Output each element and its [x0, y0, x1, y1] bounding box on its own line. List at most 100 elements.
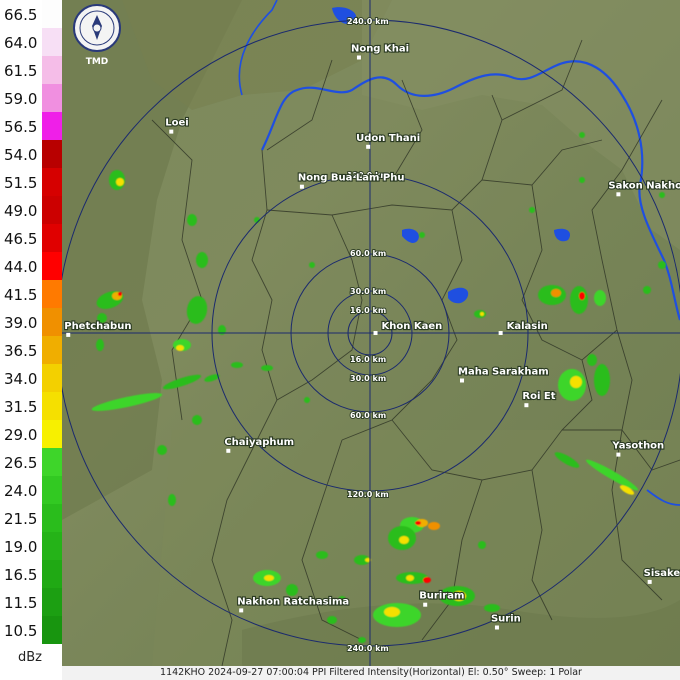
- city-marker: [169, 129, 174, 134]
- legend-level: 11.5: [0, 588, 62, 616]
- legend-color-swatch: [42, 392, 62, 420]
- legend-color-swatch: [42, 588, 62, 616]
- logo-text: TMD: [86, 57, 109, 66]
- city-label: Roi Et: [522, 391, 555, 402]
- legend-color-swatch: [42, 112, 62, 140]
- legend-color-swatch: [42, 252, 62, 280]
- city-label: Surin: [491, 614, 521, 625]
- legend-level: 61.5: [0, 56, 62, 84]
- range-label-240km-north: 240.0 km: [347, 17, 389, 26]
- range-label-30km-north: 30.0 km: [350, 287, 386, 296]
- city-label: Khon Kaen: [382, 321, 443, 332]
- city-label: Phetchabun: [64, 321, 131, 332]
- legend-level-label: 19.0: [4, 538, 38, 556]
- radar-echo: [529, 207, 535, 213]
- radar-echo: [658, 261, 666, 269]
- radar-map-svg[interactable]: 16.0 km 16.0 km 30.0 km 30.0 km 60.0 km …: [62, 0, 680, 666]
- legend-level: 31.5: [0, 392, 62, 420]
- radar-echo: [419, 232, 425, 238]
- radar-display: 66.5 64.0 61.5 59.0 56.5 54.0 51.5 49.0 46.5 44.0…: [0, 0, 680, 680]
- radar-echo: [358, 637, 366, 643]
- tmd-logo: TMD: [73, 4, 121, 66]
- radar-echo: [594, 290, 606, 306]
- legend-color-swatch: [42, 168, 62, 196]
- legend-level: 41.5: [0, 280, 62, 308]
- legend-level: 44.0: [0, 252, 62, 280]
- range-label-16km-north: 16.0 km: [350, 306, 386, 315]
- legend-level: 54.0: [0, 140, 62, 168]
- range-label-60km-north: 60.0 km: [350, 249, 386, 258]
- legend-level-label: 56.5: [4, 118, 38, 136]
- range-label-30km-south: 30.0 km: [350, 374, 386, 383]
- legend-level: 16.5: [0, 560, 62, 588]
- legend-level-label: 54.0: [4, 146, 38, 164]
- radar-echo: [415, 521, 421, 525]
- city-marker: [647, 579, 652, 584]
- legend-color-swatch: [42, 532, 62, 560]
- radar-echo: [116, 178, 124, 186]
- city-marker: [494, 625, 499, 630]
- legend-level-label: 39.0: [4, 314, 38, 332]
- legend-level-label: 49.0: [4, 202, 38, 220]
- legend-level-label: 26.5: [4, 454, 38, 472]
- legend-level: 21.5: [0, 504, 62, 532]
- radar-echo: [309, 262, 315, 268]
- radar-echo: [264, 575, 274, 581]
- city-marker: [616, 452, 621, 457]
- radar-map[interactable]: 16.0 km 16.0 km 30.0 km 30.0 km 60.0 km …: [62, 0, 680, 666]
- city-label: Sakon Nakhon: [608, 180, 680, 191]
- range-label-60km-south: 60.0 km: [350, 411, 386, 420]
- legend-level-label: 66.5: [4, 6, 38, 24]
- city-marker: [366, 144, 371, 149]
- legend-level-label: 51.5: [4, 174, 38, 192]
- legend-color-swatch: [42, 0, 62, 28]
- range-label-240km-south: 240.0 km: [347, 644, 389, 653]
- radar-echo: [286, 584, 298, 596]
- radar-echo: [423, 577, 431, 583]
- city-label: Buriram: [419, 591, 464, 602]
- legend-color-swatch: [42, 476, 62, 504]
- city-label: Chaiyaphum: [224, 437, 294, 448]
- radar-echo: [304, 397, 310, 403]
- radar-echo: [316, 551, 328, 559]
- city-marker: [66, 332, 71, 337]
- city-marker: [423, 602, 428, 607]
- radar-echo: [570, 286, 588, 314]
- radar-echo: [551, 289, 561, 297]
- legend-color-swatch: [42, 336, 62, 364]
- legend-level: 26.5: [0, 448, 62, 476]
- radar-echo: [428, 522, 440, 530]
- city-label: Yasothon: [611, 441, 664, 452]
- legend-level: 36.5: [0, 336, 62, 364]
- range-label-120km-south: 120.0 km: [347, 490, 389, 499]
- city-label: Nakhon Ratchasima: [237, 596, 349, 607]
- legend-level-label: 44.0: [4, 258, 38, 276]
- city-label: Kalasin: [507, 321, 548, 332]
- city-marker: [460, 378, 464, 383]
- legend-level-label: 21.5: [4, 510, 38, 528]
- radar-echo: [484, 604, 500, 612]
- legend-level: 29.0: [0, 420, 62, 448]
- city-label: Nong Bua Lam Phu: [298, 173, 405, 184]
- radar-echo: [168, 494, 176, 506]
- radar-echo: [261, 365, 273, 371]
- legend-level-label: 34.0: [4, 370, 38, 388]
- radar-echo: [399, 536, 409, 544]
- radar-echo: [659, 192, 665, 198]
- legend-color-swatch: [42, 28, 62, 56]
- legend-color-swatch: [42, 308, 62, 336]
- legend-color-swatch: [42, 140, 62, 168]
- radar-echo: [478, 541, 486, 549]
- legend-level-label: 11.5: [4, 594, 38, 612]
- legend-level: 46.5: [0, 224, 62, 252]
- legend-level-label: 64.0: [4, 34, 38, 52]
- legend-level-label: 24.0: [4, 482, 38, 500]
- legend-level: 51.5: [0, 168, 62, 196]
- city-label: Nong Khai: [351, 44, 409, 55]
- dbz-color-legend: 66.5 64.0 61.5 59.0 56.5 54.0 51.5 49.0 46.5 44.0…: [0, 0, 62, 680]
- legend-level-label: 16.5: [4, 566, 38, 584]
- city-label: Maha Sarakham: [458, 367, 549, 378]
- legend-color-swatch: [42, 280, 62, 308]
- radar-echo: [176, 345, 184, 351]
- legend-level-label: 31.5: [4, 398, 38, 416]
